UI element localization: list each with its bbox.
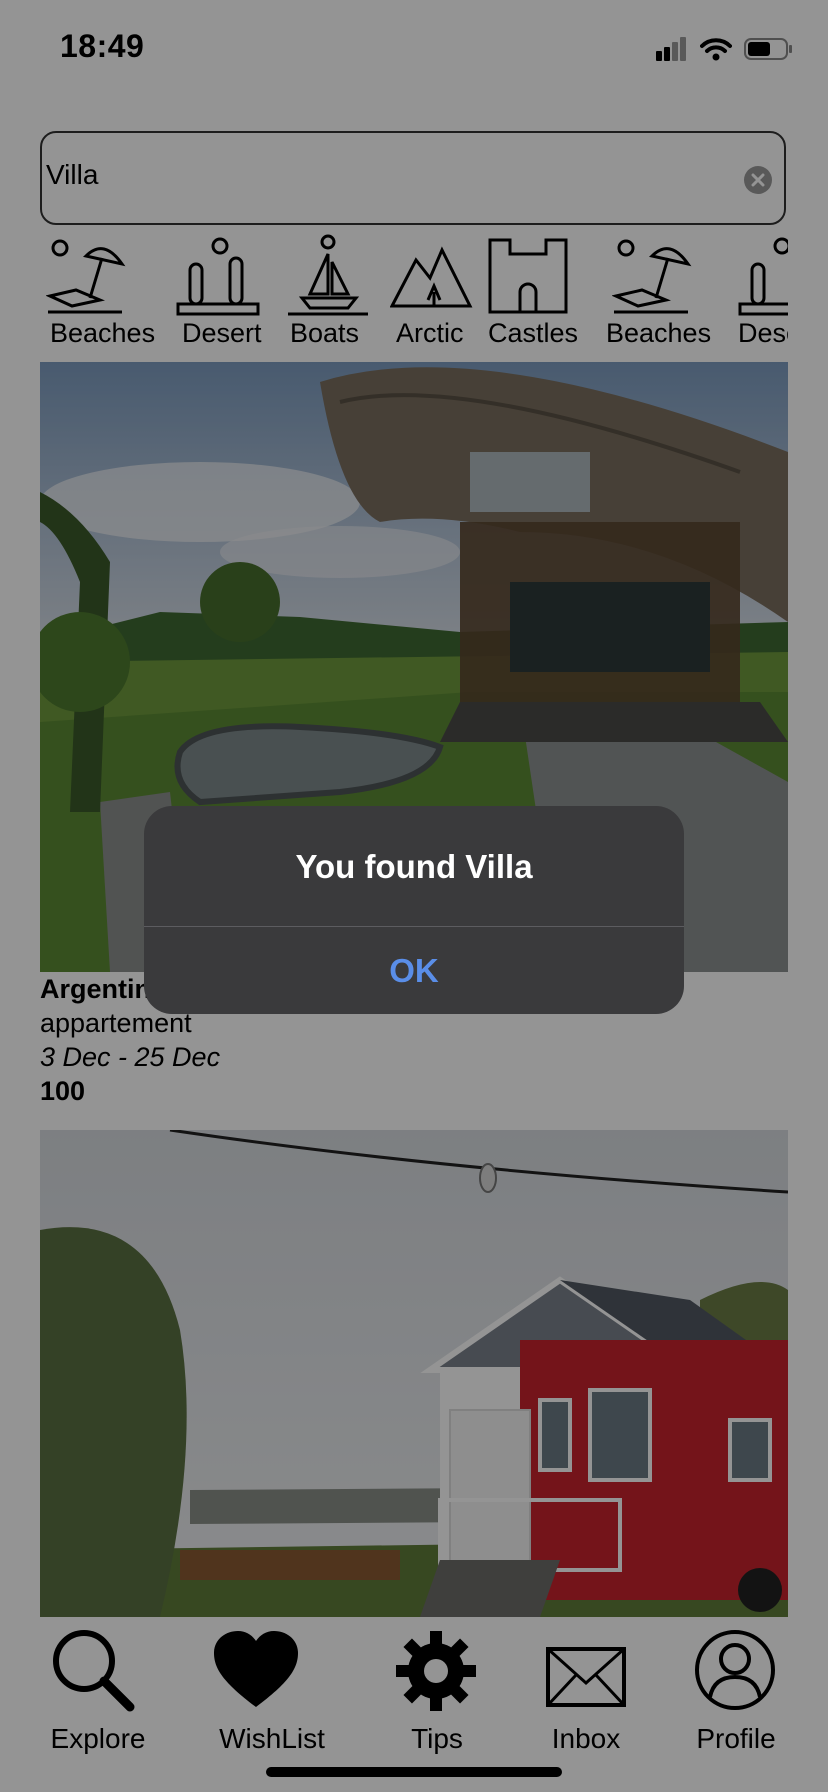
- ok-button[interactable]: OK: [144, 927, 684, 1014]
- alert-title: You found Villa: [295, 848, 533, 885]
- alert-dialog: You found Villa OK: [144, 806, 684, 1014]
